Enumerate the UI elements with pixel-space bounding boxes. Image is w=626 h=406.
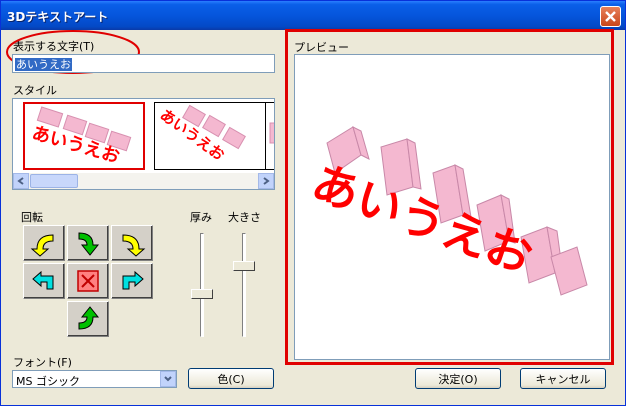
rotate-down-button[interactable] (67, 225, 109, 261)
thickness-slider-thumb[interactable] (191, 289, 213, 300)
color-button-label: 色(C) (217, 372, 245, 386)
display-text-value: あいうえお (15, 58, 72, 71)
turn-right-arrow-icon (122, 270, 144, 290)
rotate-right-arrow-icon (122, 234, 146, 257)
size-slider-track[interactable] (242, 233, 246, 337)
size-label: 大きさ (228, 211, 261, 224)
reset-rotation-button[interactable] (67, 263, 109, 299)
chevron-right-icon (263, 177, 270, 185)
scroll-right-button[interactable] (258, 173, 274, 189)
dialog-window: 3Dテキストアート 表示する文字(T) あいうえお スタイル あいうえお あいう… (0, 0, 626, 406)
close-button[interactable] (600, 6, 621, 27)
flip-down-arrow-icon (78, 232, 100, 256)
font-dropdown-button[interactable] (160, 371, 176, 387)
style-preview-1: あいうえお (30, 106, 132, 168)
ok-button[interactable]: 決定(O) (415, 368, 501, 389)
rotation-label: 回転 (21, 211, 43, 224)
cancel-button-label: キャンセル (535, 372, 591, 386)
thickness-slider-track[interactable] (200, 233, 204, 337)
rotate-ccw-button[interactable] (23, 225, 65, 261)
reset-x-icon (77, 270, 99, 292)
close-icon (605, 11, 616, 22)
font-label: フォント(F) (13, 356, 72, 369)
chevron-down-icon (164, 376, 172, 382)
window-title: 3Dテキストアート (7, 10, 109, 24)
rotate-left-arrow-icon (30, 234, 54, 257)
rotate-cw-button[interactable] (111, 225, 153, 261)
size-slider-thumb[interactable] (233, 261, 255, 272)
thickness-label: 厚み (190, 211, 212, 224)
flip-up-arrow-icon (78, 306, 100, 330)
style-thumbnail-1[interactable]: あいうえお (23, 102, 145, 170)
preview-3d-text: あいうえお (305, 126, 588, 296)
style-scrollbar[interactable] (13, 173, 274, 189)
ok-button-label: 決定(O) (438, 372, 478, 386)
font-select-value: MS ゴシック (16, 375, 80, 388)
turn-left-arrow-icon (32, 270, 54, 290)
rotate-right-button[interactable] (111, 263, 153, 299)
style-list[interactable]: あいうえお あいうえお (12, 98, 275, 190)
scroll-left-button[interactable] (13, 173, 29, 189)
style-preview-2: あいうえお (157, 104, 246, 164)
scroll-thumb[interactable] (30, 174, 78, 188)
font-select[interactable]: MS ゴシック (12, 370, 177, 388)
style-preview-3 (269, 122, 274, 144)
style-label: スタイル (13, 84, 57, 97)
chevron-left-icon (17, 177, 24, 185)
preview-canvas: あいうえお (294, 54, 610, 360)
color-button[interactable]: 色(C) (188, 368, 274, 389)
preview-label: プレビュー (294, 41, 349, 54)
display-text-input[interactable]: あいうえお (12, 54, 275, 73)
title-bar[interactable]: 3Dテキストアート (1, 1, 625, 30)
rotate-left-button[interactable] (23, 263, 65, 299)
style-thumbnail-2[interactable]: あいうえお (154, 102, 274, 170)
rotate-up-button[interactable] (67, 301, 109, 337)
style-thumbnail-3[interactable] (265, 102, 274, 170)
cancel-button[interactable]: キャンセル (520, 368, 606, 389)
